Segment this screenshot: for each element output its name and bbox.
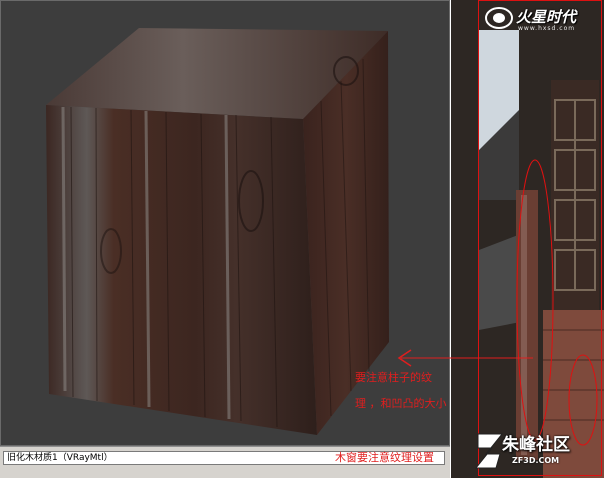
hxsd-logo-icon [485,7,513,29]
hxsd-url-text: www.hxsd.com [518,25,576,32]
scene-render-preview [451,0,604,478]
annotation-pillar-texture: 要注意柱子的纹 [355,371,432,384]
watermark-hxsd: 火星时代 www.hxsd.com [480,4,604,34]
annotation-bump-size: 理 ，和凹凸的大小 [355,397,447,410]
hxsd-brand-text: 火星时代 [516,8,577,26]
zf3d-brand-text: 朱峰社区 [502,435,570,455]
ancient-building-render [451,0,604,478]
zf3d-url-text: ZF3D.COM [512,456,560,465]
annotation-window-texture: 木窗要注意纹理设置 [335,451,434,464]
watermark-zf3d: 朱峰社区 ZF3D.COM [472,428,604,478]
